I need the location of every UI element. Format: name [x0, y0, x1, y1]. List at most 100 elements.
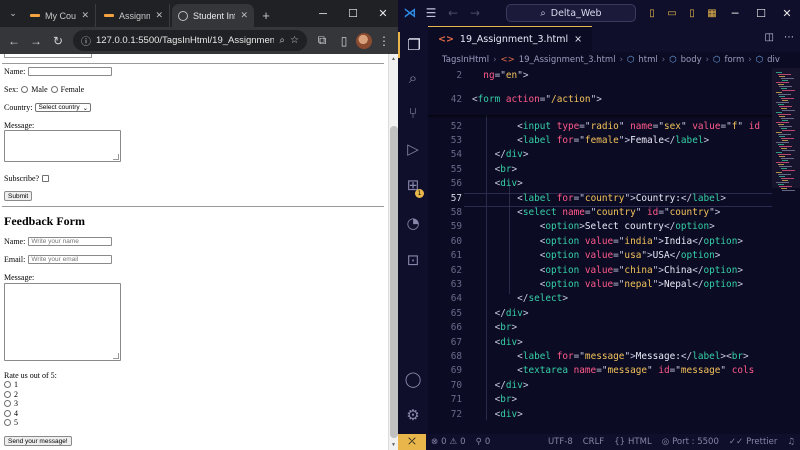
- breadcrumb-item[interactable]: 19_Assignment_3.html: [519, 55, 616, 65]
- encoding-status[interactable]: UTF-8: [543, 437, 578, 447]
- browser-tab-student-information[interactable]: Student Information ✕: [172, 4, 254, 27]
- breadcrumb-item[interactable]: div: [767, 55, 780, 65]
- language-status[interactable]: {} HTML: [609, 437, 656, 447]
- maximize-icon[interactable]: ☐: [338, 0, 368, 27]
- tab-search-icon[interactable]: ⌄: [4, 3, 22, 25]
- editor-tab-active[interactable]: <> 19_Assignment_3.html ×: [428, 26, 593, 52]
- rate-radio[interactable]: [4, 419, 11, 426]
- country-select[interactable]: Select country ⌄: [35, 103, 92, 112]
- code-line[interactable]: 60 <option value="india">India</option>: [428, 236, 772, 250]
- close-icon[interactable]: ✕: [774, 0, 800, 26]
- subscribe-checkbox[interactable]: [42, 175, 50, 182]
- code-line[interactable]: 58 <select name="country" id="country">: [428, 207, 772, 221]
- more-actions-icon[interactable]: ⋯: [784, 32, 794, 43]
- breadcrumb-item[interactable]: html: [638, 55, 657, 65]
- explorer-icon[interactable]: ❐: [398, 32, 428, 58]
- site-info-icon[interactable]: ⓘ: [81, 33, 91, 48]
- reload-icon[interactable]: ↻: [48, 31, 68, 51]
- breadcrumb-item[interactable]: TagsInHtml: [442, 55, 489, 65]
- forward-arrow-icon[interactable]: →: [26, 31, 46, 51]
- name-input[interactable]: [28, 67, 113, 76]
- scroll-up-icon[interactable]: ▲: [391, 56, 396, 62]
- new-tab-button[interactable]: +: [256, 4, 276, 27]
- tab-close-icon[interactable]: ✕: [240, 10, 248, 21]
- code-line[interactable]: 71 <br>: [428, 394, 772, 408]
- side-panel-icon[interactable]: ▯: [334, 31, 354, 51]
- rate-radio[interactable]: [4, 381, 11, 388]
- rate-radio[interactable]: [4, 400, 11, 407]
- code-editor[interactable]: 51 <label for="male">Male</label>52 <inp…: [428, 68, 772, 434]
- code-line[interactable]: 54 </div>: [428, 149, 772, 163]
- code-line[interactable]: 66 <br>: [428, 322, 772, 336]
- problems-status[interactable]: ⊗ 0 ⚠ 0: [426, 437, 471, 447]
- code-line[interactable]: 64 </select>: [428, 293, 772, 307]
- split-editor-icon[interactable]: ◫: [765, 32, 774, 43]
- submit-button[interactable]: Submit: [4, 191, 33, 201]
- maximize-icon[interactable]: ☐: [748, 0, 774, 26]
- remote-indicator-icon[interactable]: ⤫: [398, 434, 426, 450]
- code-line[interactable]: 61 <option value="usa">USA</option>: [428, 250, 772, 264]
- male-radio[interactable]: [21, 86, 29, 93]
- fb-message-textarea[interactable]: [4, 283, 121, 361]
- back-arrow-icon[interactable]: ←: [442, 6, 464, 20]
- breadcrumb-item[interactable]: form: [724, 55, 744, 65]
- female-radio[interactable]: [50, 86, 58, 93]
- minimap[interactable]: [772, 68, 800, 434]
- scroll-down-icon[interactable]: ▼: [391, 442, 396, 448]
- minimize-icon[interactable]: ─: [308, 0, 338, 27]
- send-message-button[interactable]: Send your message!: [4, 436, 72, 446]
- bookmark-star-icon[interactable]: ☆: [290, 35, 299, 46]
- source-control-icon[interactable]: ⑂: [398, 100, 428, 126]
- code-line[interactable]: 62 <option value="china">China</option>: [428, 265, 772, 279]
- sticky-scroll-line[interactable]: 2 ng="en">: [428, 70, 772, 84]
- code-line[interactable]: 70 </div>: [428, 380, 772, 394]
- code-line[interactable]: 68 <label for="message">Message:</label>…: [428, 351, 772, 365]
- code-line[interactable]: 69 <textarea name="message" id="message"…: [428, 365, 772, 379]
- tab-close-icon[interactable]: ✕: [81, 10, 89, 21]
- code-line[interactable]: 65 </div>: [428, 308, 772, 322]
- forward-arrow-icon[interactable]: →: [464, 6, 486, 20]
- code-line[interactable]: 72 <div>: [428, 409, 772, 423]
- fb-name-input[interactable]: Write your name: [28, 237, 113, 246]
- code-line[interactable]: 63 <option value="nepal">Nepal</option>: [428, 279, 772, 293]
- page-scrollbar[interactable]: ▲ ▼: [388, 54, 398, 450]
- prettier-status[interactable]: ✓✓ Prettier: [724, 437, 783, 447]
- code-line[interactable]: 57 <label for="country">Country:</label>: [428, 193, 772, 207]
- tab-close-icon[interactable]: ×: [574, 34, 582, 45]
- code-line[interactable]: 67 <div>: [428, 337, 772, 351]
- profile-avatar[interactable]: [356, 32, 372, 49]
- back-arrow-icon[interactable]: ←: [4, 31, 24, 51]
- command-center-search[interactable]: ⌕ Delta_Web: [506, 4, 636, 22]
- run-debug-icon[interactable]: ▷: [398, 136, 428, 162]
- layout-icon[interactable]: ▦: [702, 0, 722, 26]
- close-icon[interactable]: ✕: [368, 0, 398, 27]
- account-icon[interactable]: ◯: [398, 366, 428, 392]
- toggle-panel-icon[interactable]: ▭: [662, 0, 682, 26]
- breadcrumb-item[interactable]: body: [681, 55, 702, 65]
- code-line[interactable]: 53 <label for="female">Female</label>: [428, 135, 772, 149]
- code-line[interactable]: 52 <input type="radio" name="sex" value=…: [428, 121, 772, 135]
- code-line[interactable]: 59 <option>Select country</option>: [428, 221, 772, 235]
- search-icon[interactable]: ⌕: [398, 65, 428, 91]
- message-textarea[interactable]: [4, 130, 121, 162]
- sticky-scroll-line[interactable]: 42 <form action="/action">: [428, 94, 772, 108]
- toggle-secondary-sidebar-icon[interactable]: ▯: [682, 0, 702, 26]
- live-server-status[interactable]: ◎ Port : 5500: [657, 437, 724, 447]
- browser-tab-my-course[interactable]: My Course ✕: [24, 4, 96, 27]
- code-line[interactable]: 55 <br>: [428, 164, 772, 178]
- fb-email-input[interactable]: Write your email: [28, 255, 113, 264]
- notifications-bell-icon[interactable]: ♫: [782, 437, 800, 447]
- edge-devtools-icon[interactable]: ◔: [398, 210, 428, 236]
- rate-radio[interactable]: [4, 390, 11, 398]
- extensions-puzzle-icon[interactable]: ⧉: [312, 31, 332, 51]
- eol-status[interactable]: CRLF: [578, 437, 609, 447]
- zoom-icon[interactable]: ⌕: [279, 35, 285, 46]
- toggle-sidebar-icon[interactable]: ▯: [642, 0, 662, 26]
- settings-gear-icon[interactable]: ⚙: [398, 402, 428, 428]
- rate-radio[interactable]: [4, 409, 11, 417]
- minimize-icon[interactable]: ─: [722, 0, 748, 26]
- menu-hamburger-icon[interactable]: ☰: [420, 6, 442, 20]
- code-line[interactable]: 56 <div>: [428, 178, 772, 192]
- address-bar[interactable]: ⓘ 127.0.0.1:5500/TagsInHtml/19_Assignmen…: [73, 30, 307, 51]
- ports-status[interactable]: ⚲ 0: [471, 437, 496, 447]
